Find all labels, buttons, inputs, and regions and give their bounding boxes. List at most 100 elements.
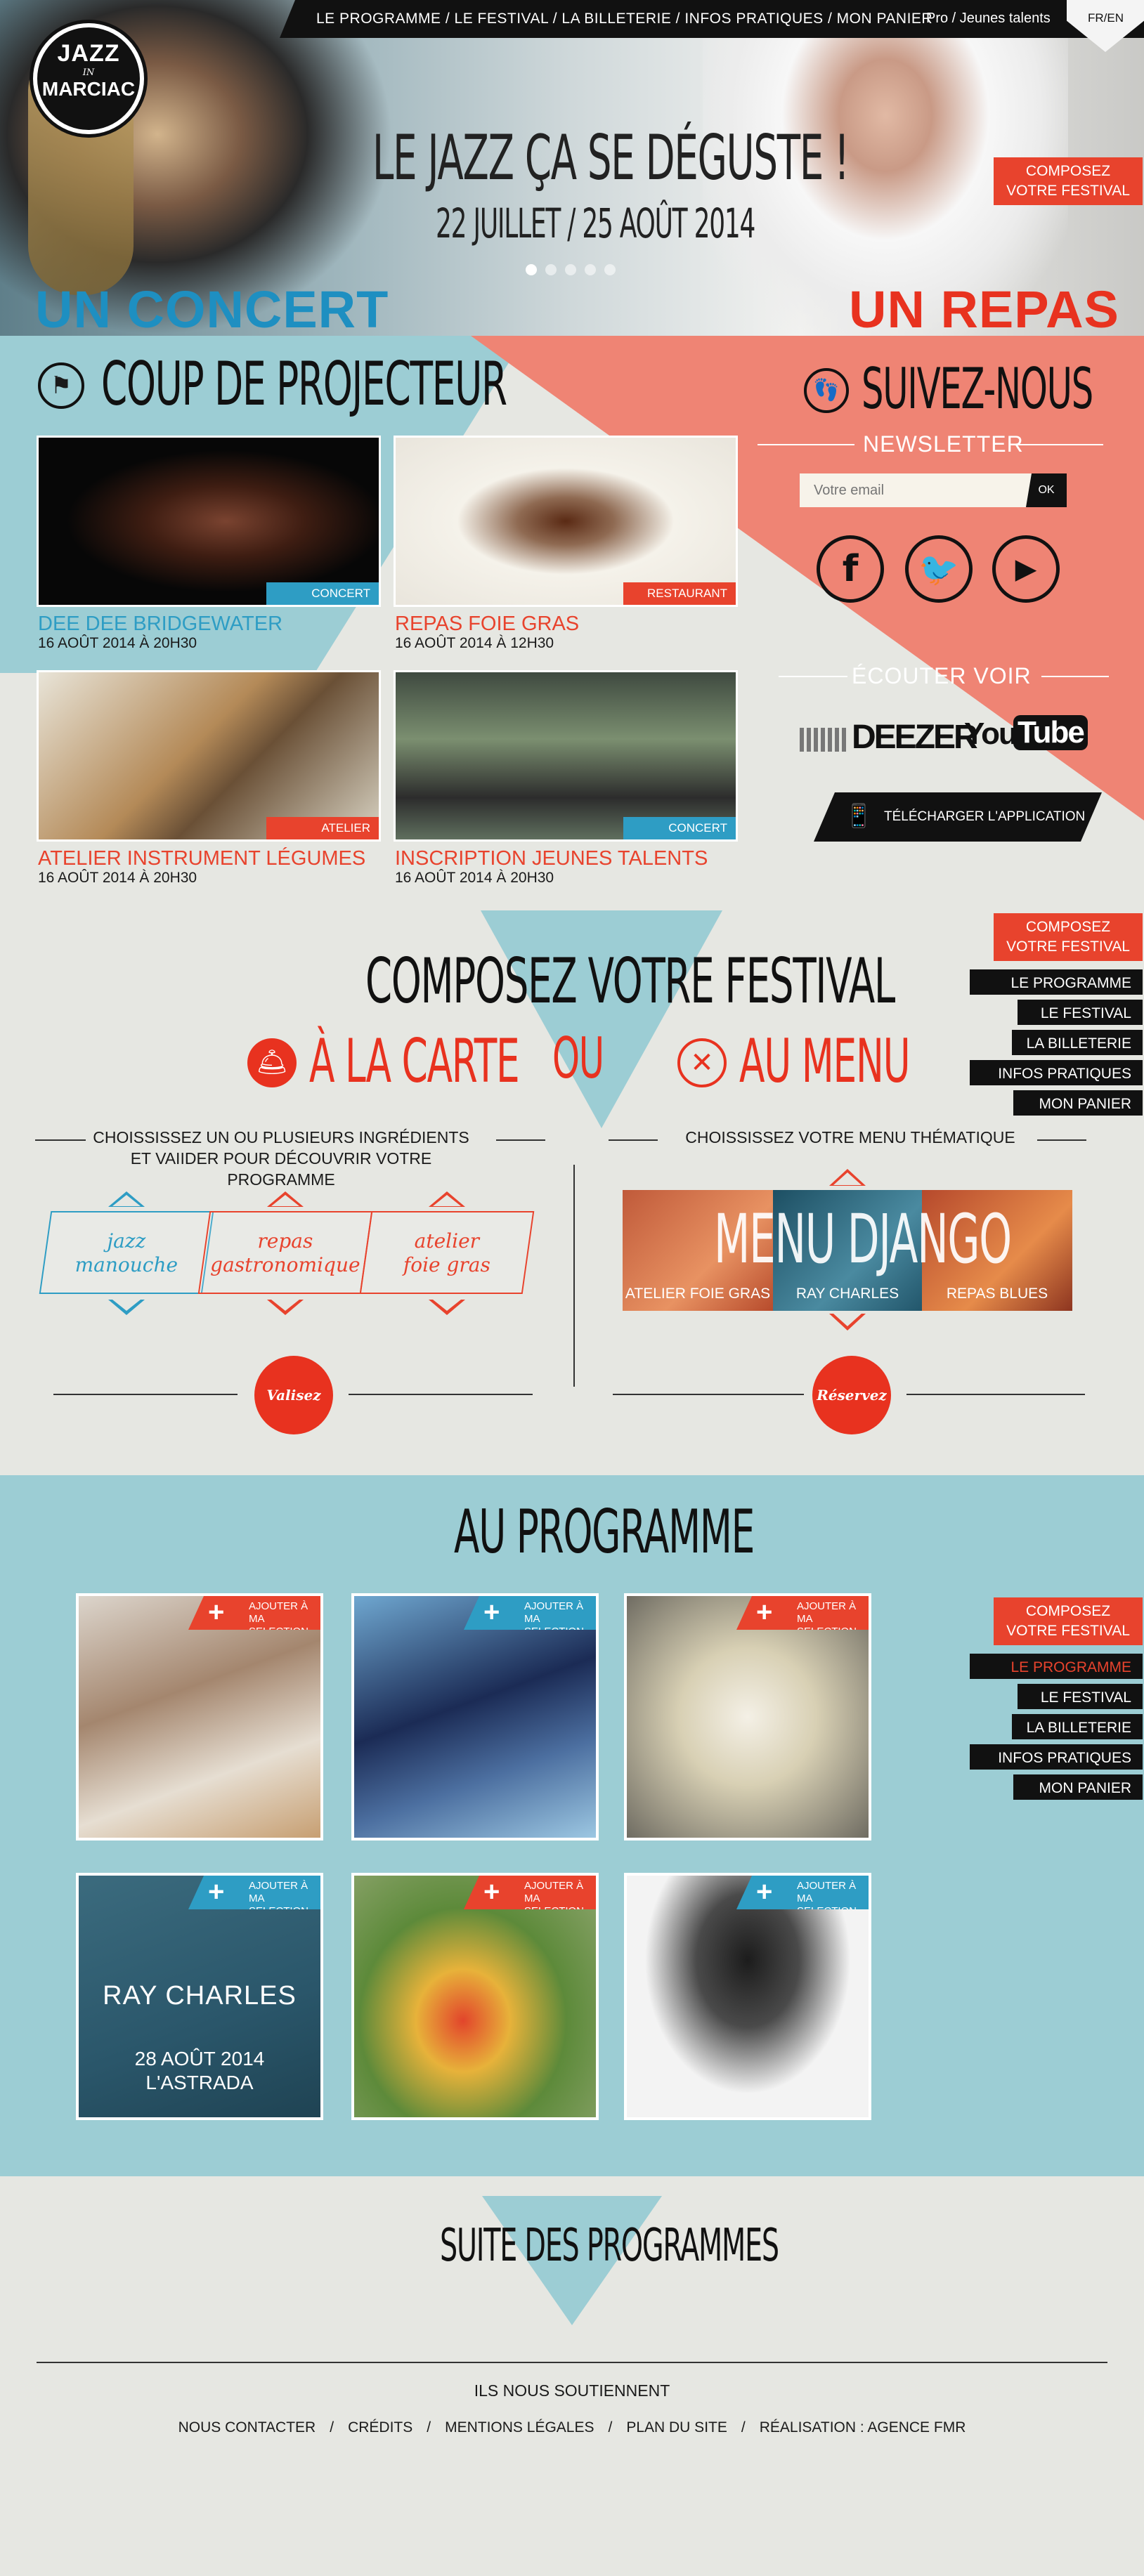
footer-divider — [37, 2362, 1107, 2363]
side-compose-button[interactable]: COMPOSEZ VOTRE FESTIVAL — [994, 1597, 1143, 1645]
footer-link[interactable]: MENTIONS LÉGALES — [445, 2419, 594, 2436]
card-title[interactable]: ATELIER INSTRUMENT LÉGUMES — [38, 847, 365, 870]
facebook-icon[interactable]: f — [817, 535, 884, 603]
plus-icon: + — [208, 1597, 225, 1628]
side-menu-item[interactable]: MON PANIER — [1013, 1774, 1143, 1800]
ou-label: OU — [552, 1026, 604, 1091]
top-nav-links[interactable]: LE PROGRAMME / LE FESTIVAL / LA BILLETER… — [316, 11, 932, 27]
side-menu-item[interactable]: LA BILLETERIE — [1012, 1714, 1143, 1739]
side-menu-item[interactable]: INFOS PRATIQUES — [970, 1744, 1143, 1770]
card-title[interactable]: INSCRIPTION JEUNES TALENTS — [395, 847, 708, 870]
footer-link[interactable]: CRÉDITS — [348, 2419, 412, 2436]
add-to-selection-button[interactable]: + AJOUTER À MA SELECTION — [188, 1876, 320, 1909]
plus-icon: + — [756, 1876, 773, 1907]
slide-dot[interactable] — [565, 264, 576, 275]
projecteur-card-image[interactable]: ATELIER — [37, 670, 381, 842]
side-menu-item[interactable]: LA BILLETERIE — [1012, 1030, 1143, 1055]
footer-links: NOUS CONTACTER / CRÉDITS / MENTIONS LÉGALES /… — [0, 2419, 1144, 2436]
footer-link[interactable]: RÉALISATION : AGENCE FMR — [760, 2419, 966, 2436]
au-menu-title[interactable]: AU MENU — [739, 1030, 911, 1093]
suivez-title: SUIVEZ-NOUS — [862, 356, 1093, 421]
email-input[interactable] — [800, 473, 1032, 507]
footer-link[interactable]: NOUS CONTACTER — [178, 2419, 316, 2436]
plus-icon: + — [756, 1597, 773, 1628]
ingredient-option[interactable]: jazz manouche — [39, 1211, 214, 1294]
add-to-selection-label: AJOUTER À MA SELECTION — [249, 1880, 309, 1917]
slide-dot[interactable] — [604, 264, 616, 275]
programme-tile[interactable]: + AJOUTER À MA SELECTION — [624, 1593, 871, 1841]
newsletter-ok-button[interactable]: OK — [1026, 473, 1067, 507]
hero-un-repas: UN REPAS — [849, 280, 1119, 336]
plus-icon: + — [483, 1876, 500, 1907]
footer-separator: / — [427, 2419, 431, 2436]
hero-banner: JAZZ IN MARCIAC LE PROGRAMME / LE FESTIV… — [0, 0, 1144, 336]
side-compose-button[interactable]: COMPOSEZ VOTRE FESTIVAL — [994, 913, 1143, 961]
side-menu-item[interactable]: MON PANIER — [1013, 1090, 1143, 1116]
add-to-selection-label: AJOUTER À MA SELECTION — [797, 1600, 857, 1637]
hero-un-concert: UN CONCERT — [35, 280, 389, 336]
slide-dot[interactable] — [585, 264, 596, 275]
carte-instructions: CHOISSISSEZ UN OU PLUSIEURS INGRÉDIENTS … — [93, 1128, 469, 1189]
side-menu-item[interactable]: INFOS PRATIQUES — [970, 1060, 1143, 1085]
ingredient-label: atelier foie gras — [403, 1229, 490, 1276]
programme-tile[interactable]: + AJOUTER À MA SELECTION — [351, 1593, 599, 1841]
add-to-selection-button[interactable]: + AJOUTER À MA SELECTION — [736, 1876, 869, 1909]
vertical-divider — [573, 1165, 575, 1387]
download-app-button[interactable]: 📱 TÉLÉCHARGER L'APPLICATION — [814, 792, 1102, 842]
valider-button[interactable]: Valisez — [254, 1356, 333, 1434]
card-title[interactable]: REPAS FOIE GRAS — [395, 613, 579, 636]
ingredient-up-arrow-inner — [433, 1195, 461, 1206]
programme-tile[interactable]: + AJOUTER À MA SELECTION — [76, 1593, 323, 1841]
add-to-selection-label: AJOUTER À MA SELECTION — [249, 1600, 309, 1637]
ray-charles-date: 28 AOÛT 2014 L'ASTRADA — [134, 2048, 265, 2093]
ray-charles-name: RAY CHARLES — [103, 1981, 297, 2011]
youtube-icon[interactable]: ▶ — [992, 535, 1060, 603]
menu-item-label: RAY CHARLES — [795, 1286, 899, 1302]
projecteur-card-image[interactable]: CONCERT — [394, 670, 738, 842]
suite-des-programmes[interactable]: SUITE DES PROGRAMMES — [440, 2221, 779, 2270]
footer-separator: / — [741, 2419, 746, 2436]
language-switch[interactable]: FR/EN — [1067, 0, 1144, 52]
card-title[interactable]: DEE DEE BRIDGEWATER — [38, 613, 282, 636]
side-menu-item[interactable]: LE PROGRAMME — [970, 1654, 1143, 1679]
ingredient-option[interactable]: atelier foie gras — [359, 1211, 535, 1294]
footprints-icon: 👣 — [804, 368, 849, 413]
side-menu-item[interactable]: LE FESTIVAL — [1018, 1000, 1143, 1025]
card-date: 16 AOÛT 2014 À 20H30 — [395, 870, 554, 886]
twitter-icon[interactable]: 🐦 — [905, 535, 973, 603]
footer-separator: / — [608, 2419, 613, 2436]
projecteur-card-image[interactable]: RESTAURANT — [394, 436, 738, 607]
footer-link[interactable]: PLAN DU SITE — [626, 2419, 727, 2436]
pro-jeunes-talents-link[interactable]: Pro / Jeunes talents — [926, 11, 1051, 27]
programme-tile[interactable]: + AJOUTER À MA SELECTION — [624, 1873, 871, 2120]
deezer-logo[interactable]: DEEZER — [800, 715, 978, 756]
youtube-logo[interactable]: You Tube — [964, 712, 1088, 754]
newsletter-label: NEWSLETTER — [863, 431, 1024, 457]
phone-icon: 📱 — [845, 803, 873, 828]
add-to-selection-button[interactable]: + AJOUTER À MA SELECTION — [464, 1876, 596, 1909]
cutlery-icon: ✕ — [677, 1038, 727, 1087]
programme-title: AU PROGRAMME — [454, 1497, 755, 1567]
programme-tile[interactable]: + AJOUTER À MA SELECTION — [351, 1873, 599, 2120]
add-to-selection-button[interactable]: + AJOUTER À MA SELECTION — [188, 1596, 320, 1630]
slide-dot[interactable] — [526, 264, 537, 275]
hero-compose-button[interactable]: COMPOSEZ VOTRE FESTIVAL — [994, 157, 1143, 205]
jazz-in-marciac-logo[interactable]: JAZZ IN MARCIAC — [30, 20, 148, 138]
plus-icon: + — [483, 1597, 500, 1628]
ingredient-option[interactable]: repas gastronomique — [197, 1211, 373, 1294]
side-menu-item[interactable]: LE FESTIVAL — [1018, 1684, 1143, 1709]
projecteur-card-image[interactable]: CONCERT — [37, 436, 381, 607]
card-tag: ATELIER — [266, 817, 379, 839]
slide-indicators — [526, 264, 617, 278]
side-menu-item[interactable]: LE PROGRAMME — [970, 969, 1143, 995]
slide-dot[interactable] — [545, 264, 557, 275]
a-la-carte-title[interactable]: À LA CARTE — [309, 1030, 520, 1093]
programme-tile[interactable]: + AJOUTER À MA SELECTION RAY CHARLES 28 AOÛ… — [76, 1873, 323, 2120]
reserver-button[interactable]: Réservez — [812, 1356, 891, 1434]
add-to-selection-button[interactable]: + AJOUTER À MA SELECTION — [736, 1596, 869, 1630]
newsletter-form: OK — [800, 473, 1067, 507]
compose-title: COMPOSEZ VOTRE FESTIVAL — [365, 945, 895, 1017]
add-to-selection-button[interactable]: + AJOUTER À MA SELECTION — [464, 1596, 596, 1630]
menu-item-label: ATELIER FOIE GRAS — [625, 1286, 771, 1302]
menu-django-panel[interactable]: MENU DJANGO ATELIER FOIE GRAS RAY CHARLE… — [623, 1190, 1072, 1311]
